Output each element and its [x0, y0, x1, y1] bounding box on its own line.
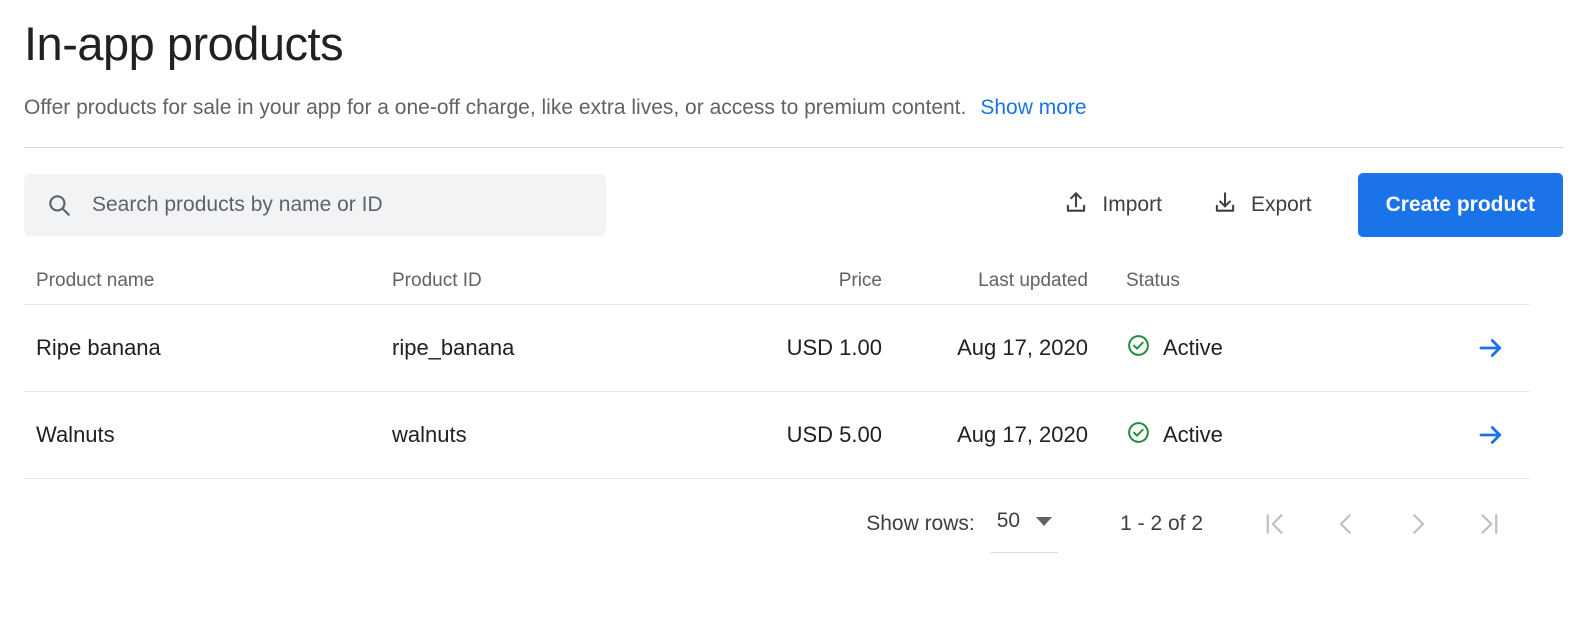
show-rows-label: Show rows:: [866, 512, 975, 535]
cell-row-action: [1392, 414, 1530, 456]
cell-status: Active: [1102, 333, 1392, 364]
row-open-button[interactable]: [1470, 414, 1512, 456]
arrow-right-icon: [1476, 333, 1506, 363]
cell-row-action: [1392, 327, 1530, 369]
create-product-button[interactable]: Create product: [1357, 173, 1563, 237]
pagination-range: 1 - 2 of 2: [1120, 512, 1203, 535]
column-header-product-id: Product ID: [392, 270, 482, 291]
table-row[interactable]: Ripe banana ripe_banana USD 1.00 Aug 17,…: [24, 305, 1530, 392]
header-divider: [24, 147, 1563, 148]
cell-product-name: Walnuts: [36, 422, 115, 447]
column-header-status: Status: [1126, 270, 1180, 291]
cell-product-name: Ripe banana: [36, 335, 161, 360]
search-icon: [46, 192, 72, 218]
cell-price: USD 1.00: [786, 335, 882, 360]
page-title: In-app products: [24, 17, 344, 70]
next-page-button[interactable]: [1395, 503, 1441, 545]
page-description-text: Offer products for sale in your app for …: [24, 96, 967, 119]
in-app-products-page: In-app products Offer products for sale …: [0, 0, 1587, 626]
export-button-label: Export: [1250, 193, 1312, 216]
status-badge: Active: [1163, 335, 1223, 360]
column-header-last-updated: Last updated: [978, 270, 1088, 291]
table-header-row: Product name Product ID Price Last updat…: [24, 258, 1530, 305]
chevron-down-icon: [1036, 516, 1053, 526]
column-header-product-name: Product name: [36, 270, 155, 291]
upload-icon: [1063, 189, 1089, 221]
cell-product-id: ripe_banana: [392, 335, 515, 360]
show-more-link[interactable]: Show more: [980, 94, 1086, 122]
table-row[interactable]: Walnuts walnuts USD 5.00 Aug 17, 2020 Ac…: [24, 392, 1530, 479]
check-circle-icon: [1126, 333, 1151, 364]
previous-page-icon: [1331, 509, 1361, 539]
pagination-bar: Show rows: 50 1 - 2 of 2: [24, 503, 1563, 553]
page-description: Offer products for sale in your app for …: [24, 94, 1563, 122]
first-page-icon: [1259, 509, 1289, 539]
cell-price: USD 5.00: [786, 422, 882, 447]
search-box[interactable]: [24, 174, 606, 236]
import-button-label: Import: [1102, 193, 1162, 216]
status-badge: Active: [1163, 422, 1223, 447]
previous-page-button[interactable]: [1323, 503, 1369, 545]
pagination-controls: [1251, 503, 1513, 545]
cell-last-updated: Aug 17, 2020: [957, 335, 1088, 360]
cell-last-updated: Aug 17, 2020: [957, 422, 1088, 447]
products-table: Product name Product ID Price Last updat…: [24, 258, 1530, 479]
rows-per-page-value: 50: [996, 509, 1021, 532]
import-button[interactable]: Import: [1059, 181, 1166, 229]
first-page-button[interactable]: [1251, 503, 1297, 545]
search-input[interactable]: [90, 192, 584, 218]
row-open-button[interactable]: [1470, 327, 1512, 369]
toolbar: Import Export Create product: [24, 173, 1563, 237]
next-page-icon: [1403, 509, 1433, 539]
cell-product-id: walnuts: [392, 422, 467, 447]
column-header-price: Price: [838, 270, 882, 291]
download-icon: [1212, 189, 1238, 221]
cell-status: Active: [1102, 420, 1392, 451]
last-page-button[interactable]: [1467, 503, 1513, 545]
arrow-right-icon: [1476, 420, 1506, 450]
check-circle-icon: [1126, 420, 1151, 451]
last-page-icon: [1475, 509, 1505, 539]
export-button[interactable]: Export: [1208, 181, 1316, 229]
rows-per-page-select[interactable]: 50: [990, 505, 1059, 553]
